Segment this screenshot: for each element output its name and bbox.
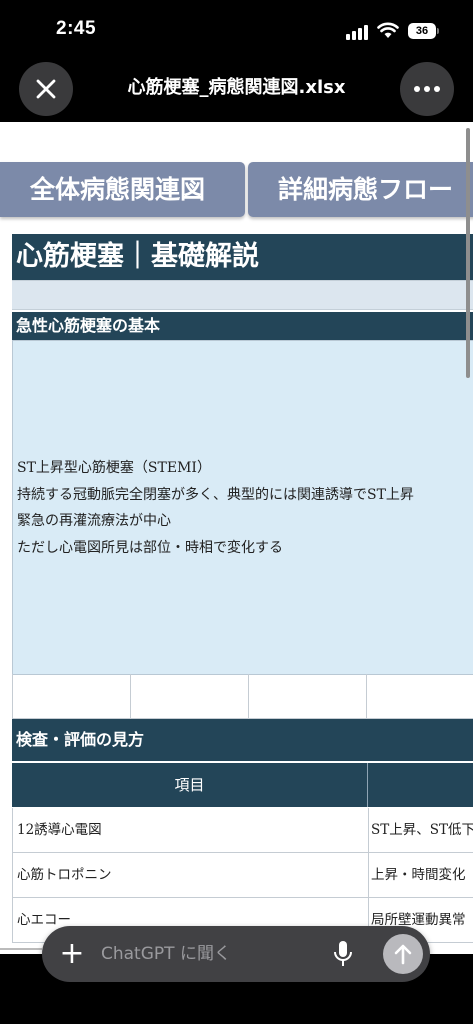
spreadsheet-view[interactable]: 全体病態関連図 詳細病態フロー 心筋梗塞｜基礎解説 急性心筋梗塞の基本 ST上昇… (0, 122, 473, 954)
table-cell: 12誘導心電図 (12, 808, 369, 852)
text-line: 緊急の再灌流療法が中心 (17, 513, 171, 529)
chat-input-bar[interactable]: + ChatGPT に聞く (42, 926, 430, 982)
close-button[interactable] (19, 62, 73, 116)
viewer-header: 心筋梗塞_病態関連図.xlsx (0, 56, 473, 122)
battery-indicator: 36 (408, 23, 436, 39)
table-cell: 上昇・時間変化 (371, 867, 466, 883)
status-bar: 2:45 36 (0, 0, 473, 60)
section-heading-exams: 検査・評価の見方 (12, 719, 473, 761)
divider (0, 948, 42, 950)
explanation-cell: ST上昇型心筋梗塞（STEMI） 持続する冠動脈完全閉塞が多く、典型的には関連誘… (12, 340, 473, 675)
text-line: 持続する冠動脈完全閉塞が多く、典型的には関連誘導でST上昇 (17, 486, 414, 503)
send-button[interactable] (383, 934, 423, 974)
status-time: 2:45 (56, 18, 97, 39)
more-icon (414, 86, 440, 92)
mic-icon[interactable] (332, 940, 354, 968)
tab-detailed-flow[interactable]: 詳細病態フロー (248, 162, 473, 217)
text-line: ST上昇型心筋梗塞（STEMI） (17, 460, 211, 476)
text-line: ただし心電図所見は部位・時相で変化する (17, 539, 283, 556)
close-icon (36, 79, 56, 99)
signal-icon (346, 24, 372, 40)
table-cell: ST上昇、ST低下 (371, 822, 473, 838)
more-button[interactable] (400, 62, 454, 116)
scrollbar[interactable] (466, 128, 470, 378)
wifi-icon (377, 22, 399, 38)
explanation-text: ST上昇型心筋梗塞（STEMI） 持続する冠動脈完全閉塞が多く、典型的には関連誘… (17, 455, 414, 561)
sheet-title: 心筋梗塞｜基礎解説 (12, 234, 473, 280)
battery-tip (437, 28, 439, 34)
empty-grid-row (12, 674, 473, 719)
chat-input[interactable]: ChatGPT に聞く (101, 926, 231, 982)
table-header: 項目 (12, 763, 473, 807)
file-title: 心筋梗塞_病態関連図.xlsx (127, 77, 346, 98)
column-header-item: 項目 (12, 763, 368, 807)
section-heading-basics: 急性心筋梗塞の基本 (12, 312, 473, 340)
table-row: 12誘導心電図 ST上昇、ST低下 (12, 808, 473, 853)
arrow-up-icon (394, 944, 412, 965)
blank-row (12, 280, 473, 310)
table-cell: 心筋トロポニン (12, 853, 369, 897)
plus-icon[interactable]: + (58, 936, 86, 972)
tab-overall-diagram[interactable]: 全体病態関連図 (0, 162, 245, 217)
table-row: 心筋トロポニン 上昇・時間変化 (12, 853, 473, 898)
